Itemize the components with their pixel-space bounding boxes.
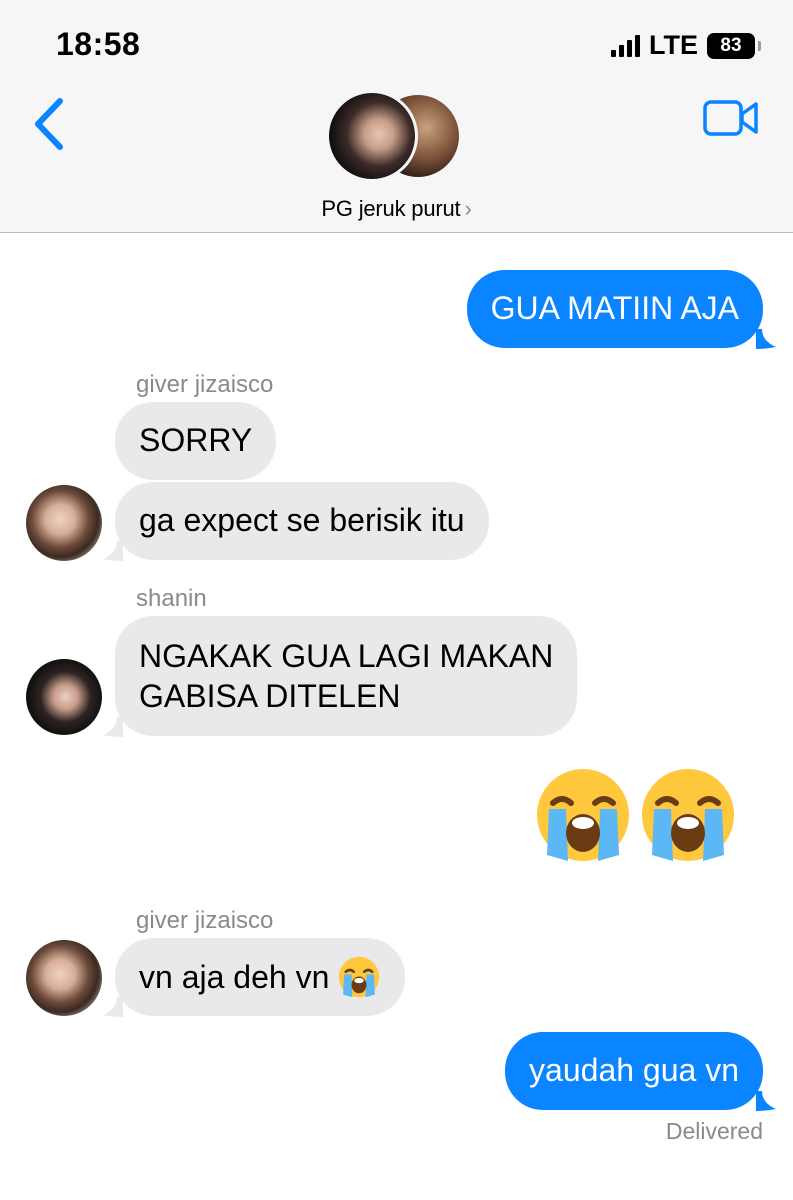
received-message[interactable]: vn aja deh vn	[115, 938, 406, 1016]
message-text: yaudah gua vn	[529, 1052, 739, 1088]
received-message[interactable]: SORRY	[115, 402, 277, 480]
message-text: NGAKAK GUA LAGI MAKAN	[139, 638, 554, 674]
member-avatar	[326, 90, 418, 182]
status-time: 18:58	[56, 26, 141, 62]
bubble-tail	[103, 717, 123, 737]
bubble-tail	[756, 329, 776, 349]
received-message[interactable]: ga expect se berisik itu	[115, 482, 489, 560]
back-button[interactable]	[30, 96, 70, 152]
delivery-status: Delivered	[665, 1118, 763, 1144]
status-indicators: LTE 83	[611, 30, 761, 61]
sender-name: giver jizaisco	[136, 907, 274, 934]
message-text: GUA MATIIN AJA	[490, 290, 739, 326]
sender-name: shanin	[136, 585, 207, 612]
group-name: PG jeruk purut	[321, 196, 461, 221]
group-avatar[interactable]	[326, 90, 466, 184]
chat-header: 18:58 LTE 83 PG jeruk purut ›	[0, 0, 793, 233]
sent-message[interactable]: yaudah gua vn	[505, 1032, 763, 1110]
video-camera-icon	[703, 100, 758, 136]
chevron-right-icon: ›	[464, 196, 472, 221]
bubble-tail	[756, 1091, 776, 1111]
battery-level: 83	[720, 34, 742, 56]
loudly-crying-face-icon	[337, 955, 381, 999]
received-message[interactable]: NGAKAK GUA LAGI MAKAN GABISA DITELEN	[115, 616, 578, 736]
message-text: GABISA DITELEN	[139, 678, 401, 714]
bubble-tail	[103, 997, 123, 1017]
chevron-left-icon	[35, 98, 63, 150]
loudly-crying-face-icon[interactable]	[638, 765, 738, 865]
bubble-tail	[103, 541, 123, 561]
battery-icon: 83	[707, 32, 761, 59]
loudly-crying-face-icon[interactable]	[533, 765, 633, 865]
video-call-button[interactable]	[702, 98, 760, 138]
network-label: LTE	[649, 30, 698, 60]
sender-avatar[interactable]	[26, 659, 102, 735]
sender-avatar[interactable]	[26, 940, 102, 1016]
signal-icon	[611, 34, 640, 57]
group-title[interactable]: PG jeruk purut ›	[0, 196, 793, 222]
message-text: vn aja deh vn	[139, 959, 330, 995]
message-text: ga expect se berisik itu	[139, 502, 465, 538]
sender-name: giver jizaisco	[136, 371, 274, 398]
sender-avatar[interactable]	[26, 485, 102, 561]
sent-message[interactable]: GUA MATIIN AJA	[466, 270, 763, 348]
message-text: SORRY	[139, 422, 253, 458]
